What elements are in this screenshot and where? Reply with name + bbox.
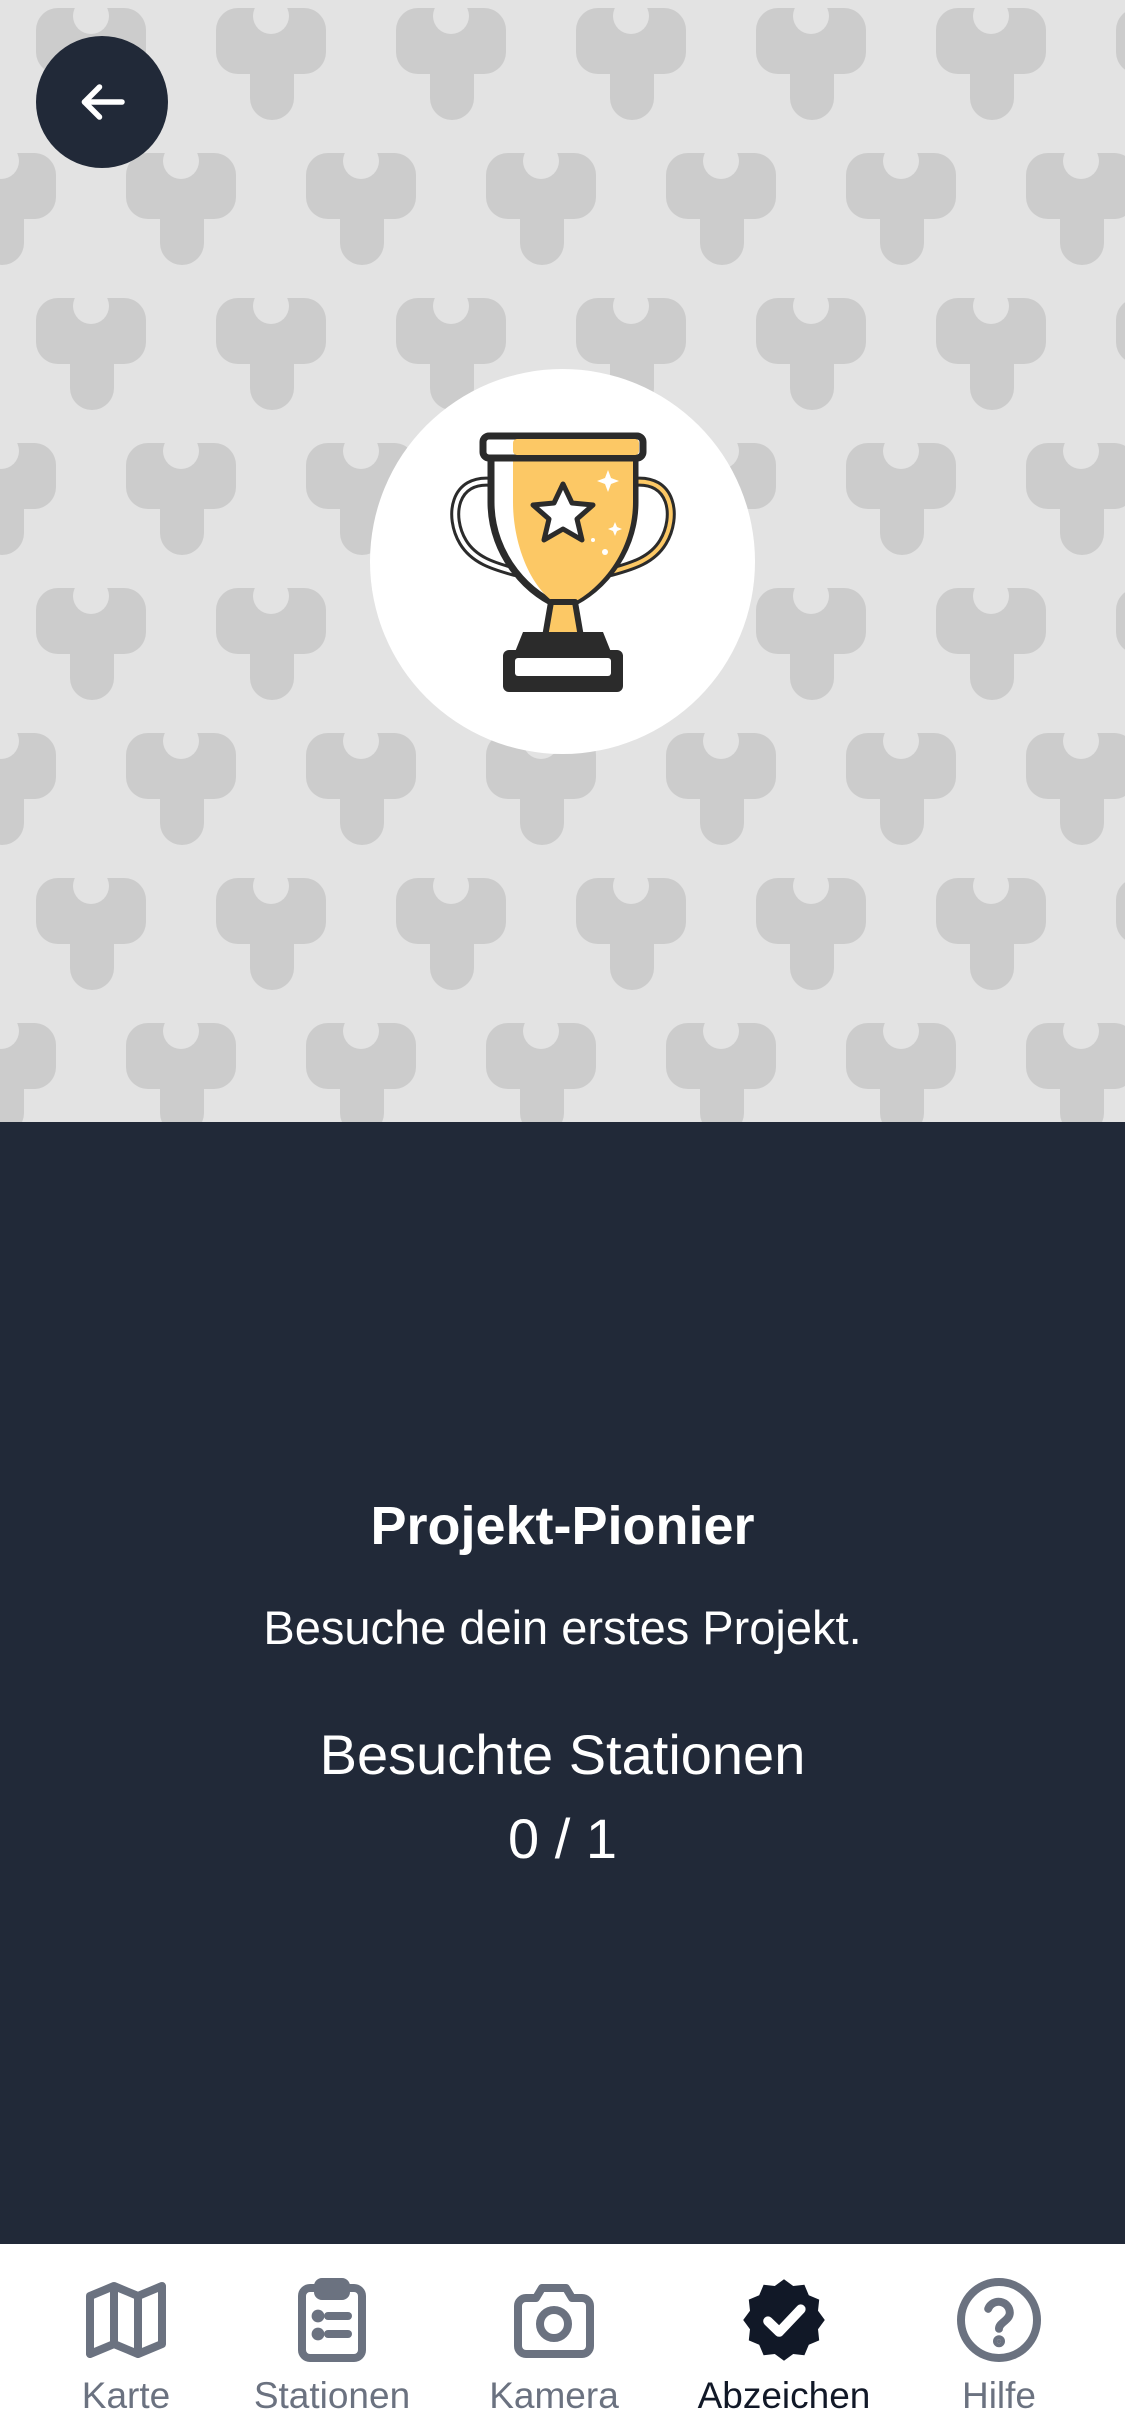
tab-label: Karte <box>81 2375 171 2416</box>
bottom-tab-bar: Karte Stationen Kamera Abzeichen Hilfe <box>0 2244 1125 2436</box>
camera-icon <box>506 2272 602 2368</box>
progress-value: 0 / 1 <box>508 1807 617 1870</box>
tab-karte[interactable]: Karte <box>64 2244 188 2436</box>
tab-label: Abzeichen <box>697 2375 871 2416</box>
badge-title: Projekt-Pionier <box>370 1496 755 1556</box>
clipboard-list-icon <box>284 2272 380 2368</box>
badge-image <box>370 369 755 754</box>
badge-description: Besuche dein erstes Projekt. <box>263 1601 862 1654</box>
badge-check-icon <box>736 2272 832 2368</box>
map-icon <box>78 2272 174 2368</box>
tab-stationen[interactable]: Stationen <box>232 2244 432 2436</box>
badge-hero <box>0 0 1125 1122</box>
tab-label: Hilfe <box>961 2375 1037 2416</box>
back-button[interactable] <box>36 36 168 168</box>
trophy-icon <box>449 432 676 692</box>
progress-label: Besuchte Stationen <box>319 1723 806 1786</box>
tab-hilfe[interactable]: Hilfe <box>944 2244 1054 2436</box>
tab-abzeichen[interactable]: Abzeichen <box>682 2244 886 2436</box>
tab-label: Stationen <box>253 2375 411 2416</box>
tab-kamera[interactable]: Kamera <box>476 2244 632 2436</box>
help-circle-icon <box>951 2272 1047 2368</box>
tab-label: Kamera <box>489 2375 619 2416</box>
badge-info: Projekt-Pionier Besuche dein erstes Proj… <box>0 1122 1125 2244</box>
arrow-left-icon <box>81 84 125 120</box>
